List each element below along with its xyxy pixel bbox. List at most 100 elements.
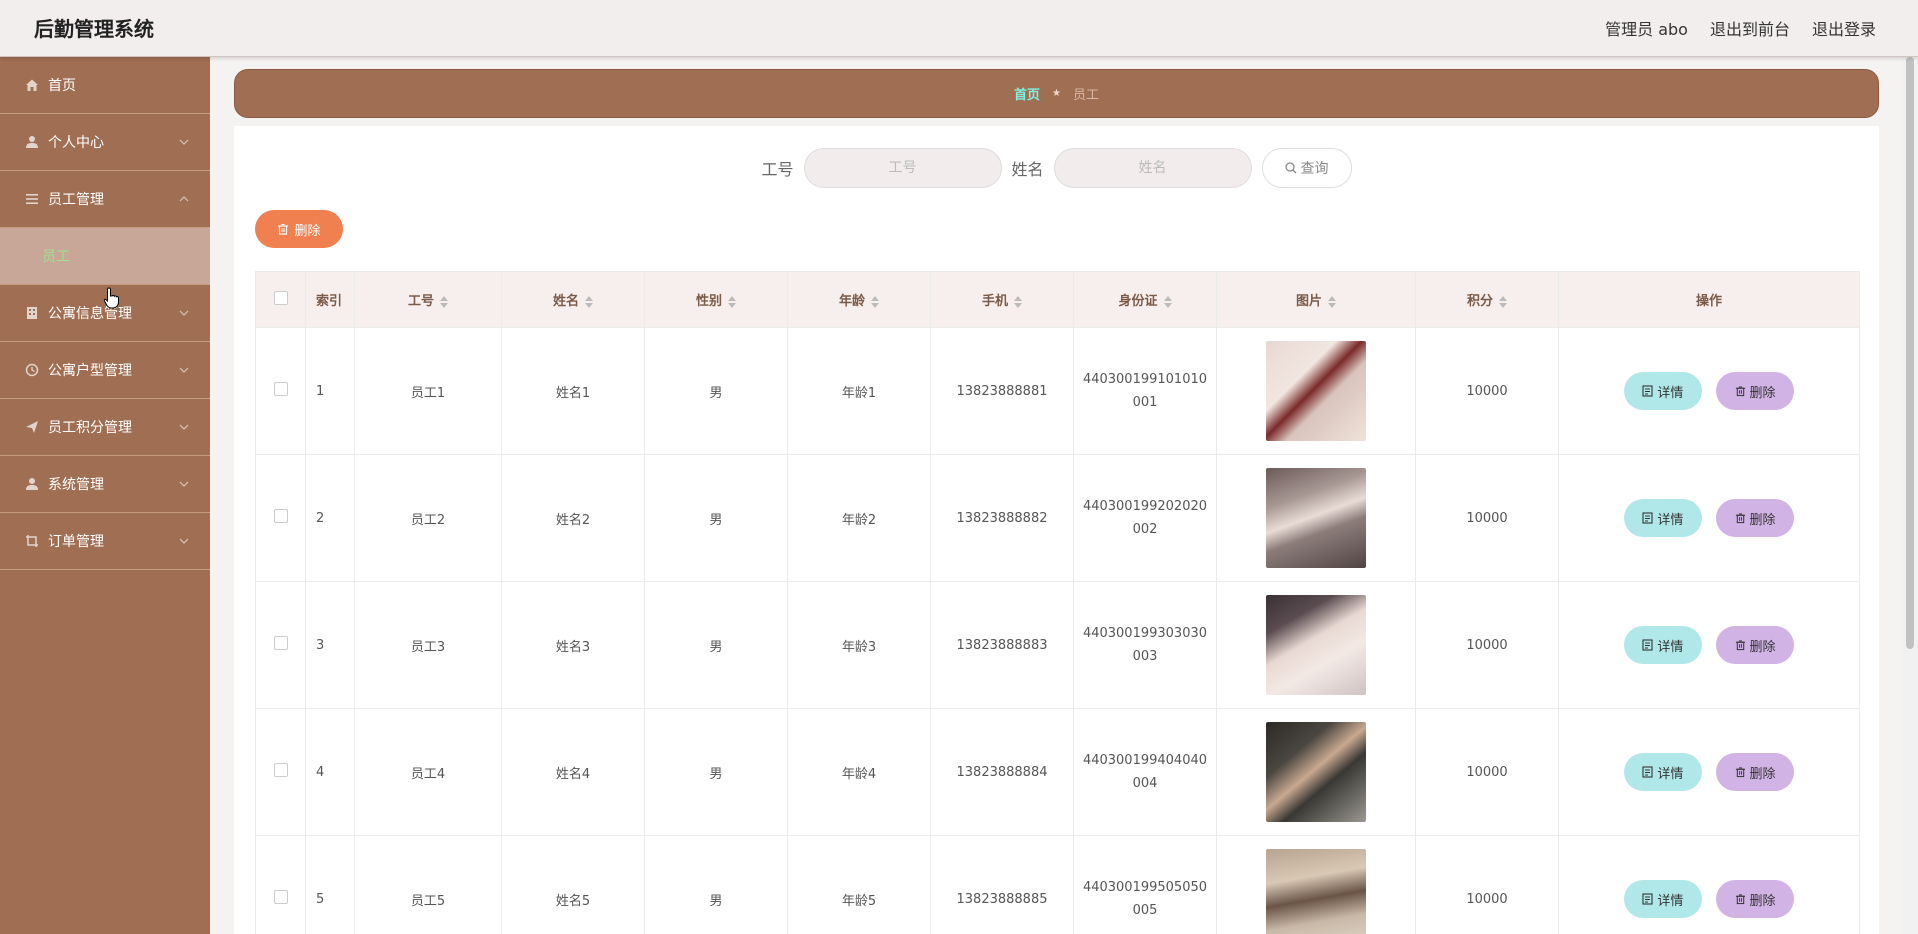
sort-icon[interactable] <box>871 295 879 308</box>
search-button[interactable]: 查询 <box>1261 148 1352 188</box>
cell-id-card: 440300199404040004 <box>1073 708 1217 836</box>
cell-id-card: 440300199202020002 <box>1073 454 1217 582</box>
chevron-down-icon <box>179 139 189 145</box>
sort-icon[interactable] <box>440 295 448 308</box>
sidebar-item-system-mgmt[interactable]: 系统管理 <box>0 456 210 513</box>
detail-label: 详情 <box>1657 893 1684 909</box>
breadcrumb-home[interactable]: 首页 <box>1014 84 1040 103</box>
cell-index: 1 <box>305 327 355 455</box>
cell-photo <box>1216 708 1416 836</box>
employee-photo[interactable] <box>1266 849 1366 934</box>
job-no-input[interactable] <box>803 148 1002 188</box>
sort-icon[interactable] <box>585 295 593 308</box>
trash-icon <box>1735 513 1745 524</box>
column-header-photo[interactable]: 图片 <box>1216 271 1416 328</box>
column-label: 工号 <box>407 294 434 309</box>
delete-button[interactable]: 删除 <box>1716 753 1795 791</box>
name-input[interactable] <box>1053 148 1252 188</box>
cell-name: 姓名4 <box>501 708 645 836</box>
cell-points: 10000 <box>1415 581 1559 709</box>
logout-link[interactable]: 退出登录 <box>1812 16 1876 40</box>
cell-points: 10000 <box>1415 327 1559 455</box>
cell-id-card: 440300199101010001 <box>1073 327 1217 455</box>
sidebar-item-label: 员工积分管理 <box>48 420 132 436</box>
vertical-scrollbar[interactable] <box>1902 57 1918 934</box>
table-row: 3 员工3 姓名3 男 年龄3 13823888883 440300199303… <box>255 581 1860 709</box>
table-row: 4 员工4 姓名4 男 年龄4 13823888884 440300199404… <box>255 708 1860 836</box>
cell-name: 姓名5 <box>501 835 645 934</box>
name-label: 姓名 <box>1011 160 1044 179</box>
sort-icon[interactable] <box>1163 295 1172 308</box>
cell-gender: 男 <box>644 708 788 836</box>
column-header-age[interactable]: 年龄 <box>787 271 931 328</box>
table-row: 1 员工1 姓名1 男 年龄1 13823888881 440300199101… <box>255 327 1860 455</box>
row-checkbox[interactable] <box>273 509 288 523</box>
delete-label: 删除 <box>1749 766 1776 782</box>
sidebar-item-order-mgmt[interactable]: 订单管理 <box>0 513 210 570</box>
column-header-id-card[interactable]: 身份证 <box>1073 271 1217 328</box>
column-label: 身份证 <box>1118 294 1158 309</box>
cell-points: 10000 <box>1415 835 1559 934</box>
sidebar-item-points-mgmt[interactable]: 员工积分管理 <box>0 399 210 456</box>
sort-icon[interactable] <box>728 295 736 308</box>
cell-index: 4 <box>305 708 355 836</box>
delete-label: 删除 <box>1749 385 1776 401</box>
delete-button[interactable]: 删除 <box>1716 499 1795 537</box>
frontend-link[interactable]: 退出到前台 <box>1710 16 1790 40</box>
row-checkbox[interactable] <box>273 382 288 396</box>
delete-button[interactable]: 删除 <box>1716 880 1795 918</box>
row-checkbox[interactable] <box>273 890 288 904</box>
detail-button[interactable]: 详情 <box>1623 880 1702 918</box>
column-header-points[interactable]: 积分 <box>1415 271 1559 328</box>
detail-label: 详情 <box>1657 766 1684 782</box>
sidebar-item-employee-mgmt[interactable]: 员工管理 <box>0 171 210 228</box>
sort-icon[interactable] <box>1499 295 1507 308</box>
app-title: 后勤管理系统 <box>34 17 154 41</box>
cell-gender: 男 <box>644 454 788 582</box>
cell-actions: 详情 删除 <box>1558 454 1860 582</box>
cell-job-no: 员工4 <box>354 708 502 836</box>
select-all-checkbox[interactable] <box>273 290 288 305</box>
sidebar-item-home[interactable]: 首页 <box>0 57 210 114</box>
user-icon <box>24 476 40 492</box>
detail-button[interactable]: 详情 <box>1623 499 1702 537</box>
chevron-down-icon <box>179 310 189 316</box>
chevron-up-icon <box>179 196 189 202</box>
detail-button[interactable]: 详情 <box>1623 372 1702 410</box>
trash-icon <box>1735 386 1745 397</box>
batch-delete-button[interactable]: 删除 <box>255 210 343 248</box>
cell-index: 5 <box>305 835 355 934</box>
column-header-name[interactable]: 姓名 <box>501 271 645 328</box>
cell-id-card: 440300199505050005 <box>1073 835 1217 934</box>
employee-photo[interactable] <box>1266 595 1366 695</box>
detail-button[interactable]: 详情 <box>1623 626 1702 664</box>
employee-photo[interactable] <box>1266 341 1366 441</box>
row-checkbox[interactable] <box>273 763 288 777</box>
detail-button[interactable]: 详情 <box>1623 753 1702 791</box>
sidebar-item-profile[interactable]: 个人中心 <box>0 114 210 171</box>
column-label: 姓名 <box>552 294 579 309</box>
column-header-phone[interactable]: 手机 <box>930 271 1074 328</box>
employee-photo[interactable] <box>1266 722 1366 822</box>
chevron-down-icon <box>179 538 189 544</box>
scrollbar-thumb[interactable] <box>1906 57 1914 649</box>
document-icon <box>1642 639 1653 651</box>
search-form: 工号 姓名 查询 <box>234 148 1879 188</box>
delete-button[interactable]: 删除 <box>1716 626 1795 664</box>
cell-job-no: 员工2 <box>354 454 502 582</box>
column-header-gender[interactable]: 性别 <box>644 271 788 328</box>
breadcrumb-current: 员工 <box>1072 88 1099 103</box>
cell-index: 3 <box>305 581 355 709</box>
document-icon <box>1642 766 1653 778</box>
employee-photo[interactable] <box>1266 468 1366 568</box>
delete-button[interactable]: 删除 <box>1716 372 1795 410</box>
sort-icon[interactable] <box>1328 295 1336 308</box>
sidebar-subitem-employee[interactable]: 员工 <box>0 228 210 285</box>
sidebar-item-apartment-type[interactable]: 公寓户型管理 <box>0 342 210 399</box>
row-checkbox[interactable] <box>273 636 288 650</box>
breadcrumb-separator: ★ <box>1052 88 1061 99</box>
building-icon <box>24 305 40 321</box>
column-header-job-no[interactable]: 工号 <box>354 271 502 328</box>
column-header-actions: 操作 <box>1558 271 1860 328</box>
sort-icon[interactable] <box>1014 295 1022 308</box>
